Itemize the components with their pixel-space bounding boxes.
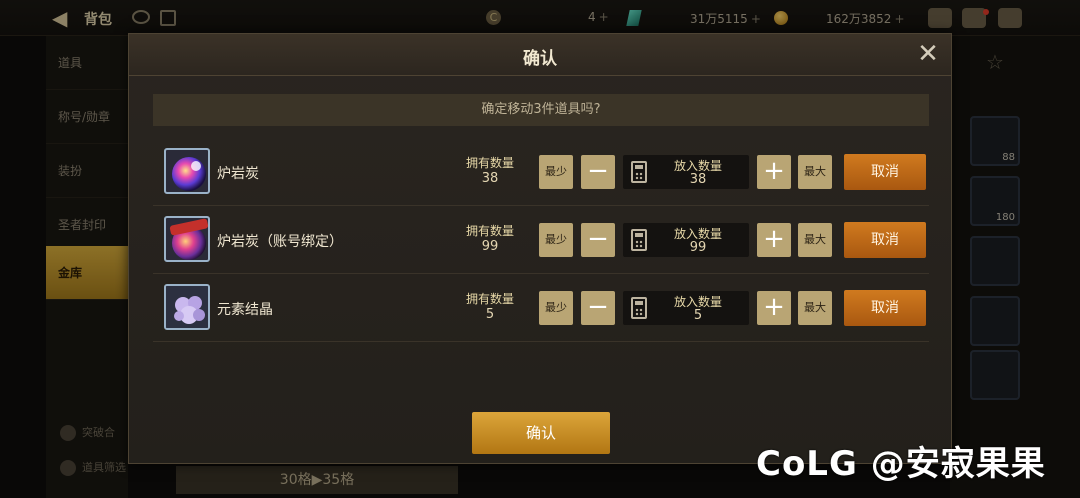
decrease-button[interactable]: − <box>581 291 615 325</box>
lava-coal-bound-icon <box>164 216 210 262</box>
owned-count: 拥有数量 5 <box>465 292 514 322</box>
confirm-button[interactable]: 确认 <box>472 412 610 454</box>
owned-count: 拥有数量 38 <box>465 156 514 186</box>
close-icon[interactable]: ✕ <box>915 41 941 68</box>
lava-coal-icon <box>164 148 210 194</box>
confirm-question: 确定移动3件道具吗? <box>153 94 929 126</box>
min-button[interactable]: 最少 <box>539 291 573 325</box>
element-crystal-icon <box>164 284 210 330</box>
watermark: CoLG @安寂果果 <box>756 444 1046 484</box>
max-button[interactable]: 最大 <box>798 155 832 189</box>
list-item: 炉岩炭 拥有数量 38 最少 − 放入数量 38 + 最大 取消 <box>153 138 929 206</box>
quantity-stepper[interactable]: 放入数量 38 <box>623 155 749 189</box>
dialog-header: 确认 ✕ <box>129 34 951 76</box>
quantity-value: 5 <box>693 308 703 323</box>
cancel-button[interactable]: 取消 <box>844 290 926 326</box>
calculator-icon[interactable] <box>631 161 647 183</box>
decrease-button[interactable]: − <box>581 155 615 189</box>
owned-count: 拥有数量 99 <box>465 224 514 254</box>
item-name: 炉岩炭（账号绑定） <box>217 234 343 250</box>
min-button[interactable]: 最少 <box>539 155 573 189</box>
quantity-value: 99 <box>689 240 707 255</box>
max-button[interactable]: 最大 <box>798 291 832 325</box>
list-item: 炉岩炭（账号绑定） 拥有数量 99 最少 − 放入数量 99 + 最大 取消 <box>153 206 929 274</box>
increase-button[interactable]: + <box>757 155 791 189</box>
quantity-value: 38 <box>689 172 707 187</box>
calculator-icon[interactable] <box>631 229 647 251</box>
calculator-icon[interactable] <box>631 297 647 319</box>
decrease-button[interactable]: − <box>581 223 615 257</box>
min-button[interactable]: 最少 <box>539 223 573 257</box>
item-name: 元素结晶 <box>217 302 273 318</box>
cancel-button[interactable]: 取消 <box>844 222 926 258</box>
confirm-dialog: 确认 ✕ 确定移动3件道具吗? 炉岩炭 拥有数量 38 最少 − 放入数量 38 … <box>128 33 952 464</box>
item-name: 炉岩炭 <box>217 166 259 182</box>
increase-button[interactable]: + <box>757 223 791 257</box>
increase-button[interactable]: + <box>757 291 791 325</box>
quantity-stepper[interactable]: 放入数量 5 <box>623 291 749 325</box>
list-item: 元素结晶 拥有数量 5 最少 − 放入数量 5 + 最大 取消 <box>153 274 929 342</box>
cancel-button[interactable]: 取消 <box>844 154 926 190</box>
quantity-stepper[interactable]: 放入数量 99 <box>623 223 749 257</box>
dialog-title: 确认 <box>523 49 557 69</box>
max-button[interactable]: 最大 <box>798 223 832 257</box>
